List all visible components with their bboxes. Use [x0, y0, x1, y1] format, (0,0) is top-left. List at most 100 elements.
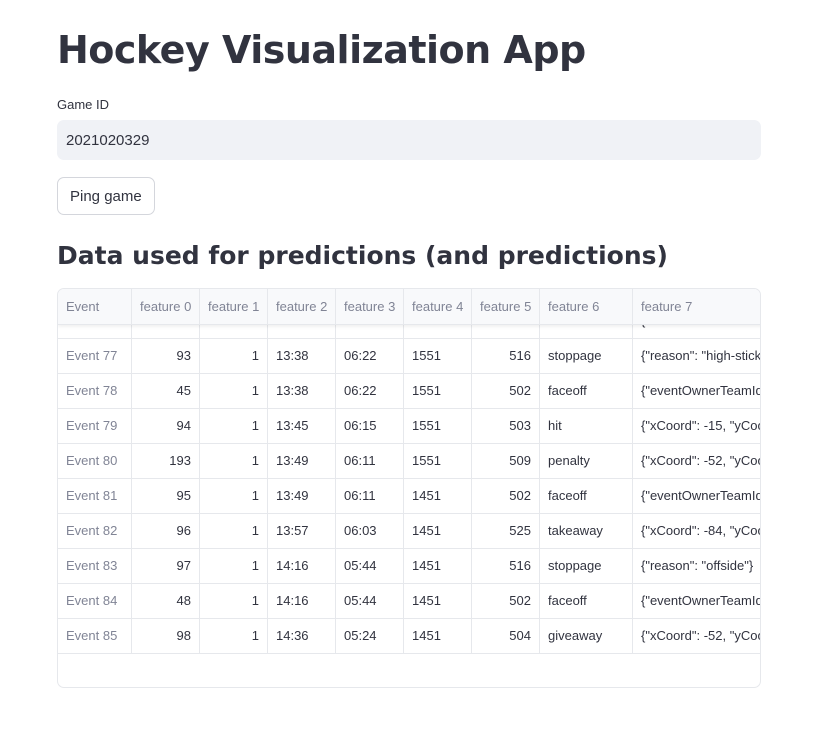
table-cell[interactable]: 1	[200, 619, 268, 654]
table-cell[interactable]: takeaway	[540, 514, 633, 549]
table-cell[interactable]: 45	[132, 374, 200, 409]
table-cell[interactable]: 1451	[404, 619, 472, 654]
table-cell[interactable]: {"reason": "high-sticking"}	[633, 339, 760, 374]
table-row[interactable]: Event 83 97 1 14:16 05:44 1451 516 stoppage {"re…	[58, 549, 760, 584]
row-index-cell[interactable]: Event 77	[58, 339, 132, 374]
table-row[interactable]: Event 80 193 1 13:49 06:11 1551 509 penalty {"xC…	[58, 444, 760, 479]
table-cell[interactable]: 509	[472, 444, 540, 479]
table-row[interactable]: Event 79 94 1 13:45 06:15 1551 503 hit {"xCoord"…	[58, 409, 760, 444]
column-header-feature-0[interactable]: feature 0	[132, 289, 200, 324]
table-cell[interactable]: 13:38	[268, 374, 336, 409]
row-index-cell[interactable]: Event 85	[58, 619, 132, 654]
table-cell[interactable]: 1	[200, 374, 268, 409]
table-cell[interactable]: 06:11	[336, 479, 404, 514]
table-cell[interactable]: 94	[132, 409, 200, 444]
table-cell[interactable]: 93	[132, 339, 200, 374]
table-cell[interactable]: 1	[200, 584, 268, 619]
table-cell[interactable]: 14:16	[268, 549, 336, 584]
table-row[interactable]: Event 81 95 1 13:49 06:11 1451 502 faceoff {"eve…	[58, 479, 760, 514]
ping-game-button[interactable]: Ping game	[57, 177, 155, 215]
table-cell[interactable]: 13:45	[268, 409, 336, 444]
table-cell[interactable]: 14:36	[268, 619, 336, 654]
table-cell[interactable]: 06:15	[336, 409, 404, 444]
table-cell[interactable]: 06:03	[336, 514, 404, 549]
table-cell[interactable]: {"eventOwnerTeamId": 7	[633, 584, 760, 619]
table-cell[interactable]: 1	[200, 549, 268, 584]
table-cell[interactable]: 05:44	[336, 549, 404, 584]
row-index-cell[interactable]: Event 78	[58, 374, 132, 409]
table-cell[interactable]: 1551	[404, 409, 472, 444]
column-header-feature-4[interactable]: feature 4	[404, 289, 472, 324]
table-cell[interactable]: 13:38	[268, 339, 336, 374]
table-cell[interactable]: 48	[132, 584, 200, 619]
table-cell[interactable]: 516	[472, 549, 540, 584]
table-cell[interactable]: hit	[540, 409, 633, 444]
table-cell[interactable]: 13:57	[268, 514, 336, 549]
table-cell[interactable]: {"eventOwnerTeamId": 7	[633, 374, 760, 409]
table-cell[interactable]: 503	[472, 409, 540, 444]
column-header-feature-7[interactable]: feature 7	[633, 289, 760, 324]
row-index-cell[interactable]: Event 80	[58, 444, 132, 479]
table-cell[interactable]: 1	[200, 339, 268, 374]
table-cell[interactable]: 13:49	[268, 479, 336, 514]
table-cell[interactable]: 06:22	[336, 374, 404, 409]
table-cell[interactable]: 97	[132, 549, 200, 584]
table-cell[interactable]: 1451	[404, 584, 472, 619]
column-header-feature-3[interactable]: feature 3	[336, 289, 404, 324]
table-cell[interactable]: 193	[132, 444, 200, 479]
table-cell[interactable]: 1551	[404, 444, 472, 479]
table-cell[interactable]: 1	[200, 444, 268, 479]
table-row[interactable]: Event 85 98 1 14:36 05:24 1451 504 giveaway {"xC…	[58, 619, 760, 654]
table-cell[interactable]: 96	[132, 514, 200, 549]
game-id-input[interactable]	[57, 120, 761, 160]
table-cell[interactable]: {"xCoord": -52, "yCoord": 3	[633, 619, 760, 654]
table-cell[interactable]: 98	[132, 619, 200, 654]
row-index-cell[interactable]: Event 81	[58, 479, 132, 514]
table-row[interactable]: Event 84 48 1 14:16 05:44 1451 502 faceoff {"eve…	[58, 584, 760, 619]
table-cell[interactable]: stoppage	[540, 339, 633, 374]
table-cell[interactable]: giveaway	[540, 619, 633, 654]
table-cell[interactable]: penalty	[540, 444, 633, 479]
table-cell[interactable]: 14:16	[268, 584, 336, 619]
predictions-data-table[interactable]: Event feature 0 feature 1 feature 2 feat…	[57, 288, 761, 688]
table-row[interactable]: Event 78 45 1 13:38 06:22 1551 502 faceoff {"eve…	[58, 374, 760, 409]
table-cell[interactable]: faceoff	[540, 479, 633, 514]
table-row[interactable]: Event 82 96 1 13:57 06:03 1451 525 takeaway {"xC…	[58, 514, 760, 549]
table-cell[interactable]: {"xCoord": -15, "yCoord": 40	[633, 409, 760, 444]
table-cell[interactable]: 95	[132, 479, 200, 514]
table-cell[interactable]: faceoff	[540, 584, 633, 619]
row-index-cell[interactable]: Event 84	[58, 584, 132, 619]
table-cell[interactable]: 504	[472, 619, 540, 654]
table-cell[interactable]: 1	[200, 514, 268, 549]
row-index-cell[interactable]: Event 79	[58, 409, 132, 444]
row-index-cell[interactable]: Event 82	[58, 514, 132, 549]
table-cell[interactable]: 05:44	[336, 584, 404, 619]
table-cell[interactable]: 06:11	[336, 444, 404, 479]
table-cell[interactable]: 502	[472, 374, 540, 409]
table-cell[interactable]: 1	[200, 479, 268, 514]
table-cell[interactable]: faceoff	[540, 374, 633, 409]
table-cell[interactable]: stoppage	[540, 549, 633, 584]
column-header-feature-5[interactable]: feature 5	[472, 289, 540, 324]
table-cell[interactable]: {"eventOwnerTeamId": 7	[633, 479, 760, 514]
table-cell[interactable]: 516	[472, 339, 540, 374]
table-cell[interactable]: {"reason": "offside"}	[633, 549, 760, 584]
table-cell[interactable]: 1551	[404, 374, 472, 409]
column-header-feature-1[interactable]: feature 1	[200, 289, 268, 324]
table-cell[interactable]: 525	[472, 514, 540, 549]
column-header-event[interactable]: Event	[58, 289, 132, 324]
table-cell[interactable]: 1451	[404, 549, 472, 584]
column-header-feature-2[interactable]: feature 2	[268, 289, 336, 324]
table-cell[interactable]: {"xCoord": -52, "yCoord": 9	[633, 444, 760, 479]
table-cell[interactable]: 13:49	[268, 444, 336, 479]
column-header-feature-6[interactable]: feature 6	[540, 289, 633, 324]
table-cell[interactable]: {"xCoord": -84, "yCoord": 2	[633, 514, 760, 549]
table-cell[interactable]: 05:24	[336, 619, 404, 654]
table-cell[interactable]: 1	[200, 409, 268, 444]
table-cell[interactable]: 1551	[404, 339, 472, 374]
row-index-cell[interactable]: Event 83	[58, 549, 132, 584]
table-cell[interactable]: 502	[472, 479, 540, 514]
table-cell[interactable]: 1451	[404, 514, 472, 549]
table-cell[interactable]: 1451	[404, 479, 472, 514]
table-cell[interactable]: 06:22	[336, 339, 404, 374]
